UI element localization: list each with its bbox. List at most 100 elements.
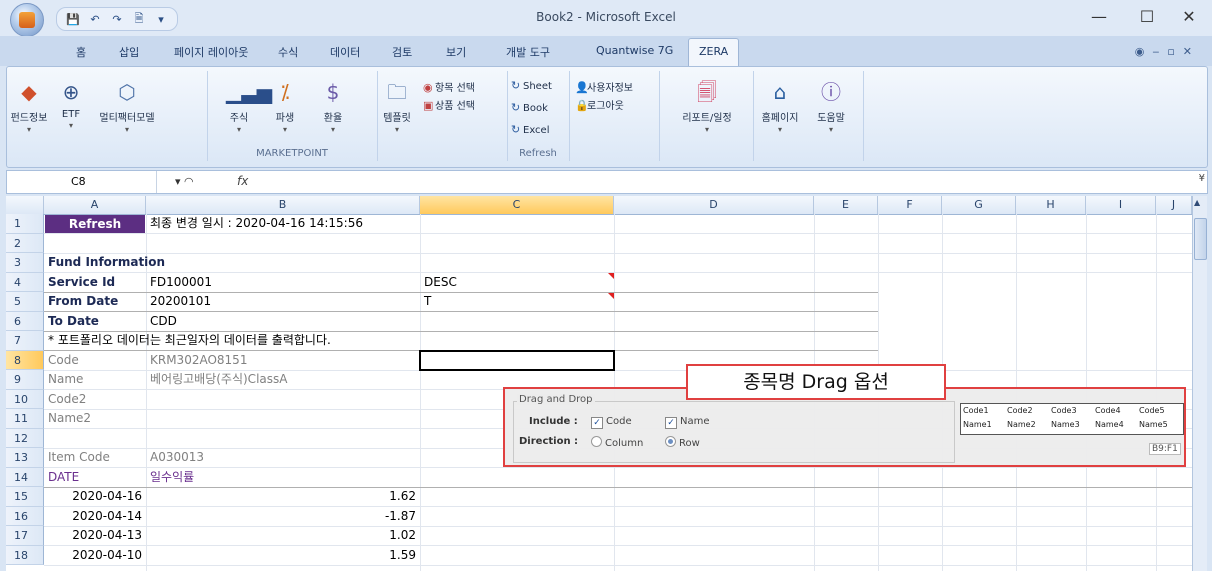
cell-a7[interactable]: * 포트폴리오 데이터는 최근일자의 데이터를 출력합니다. (48, 331, 331, 350)
expand-formula-bar-icon[interactable]: ¥ (1199, 173, 1205, 184)
row-header-11[interactable]: 11 (6, 409, 44, 429)
cell-a4[interactable]: Service Id (48, 273, 115, 292)
tab-zera[interactable]: ZERA (688, 38, 740, 66)
cell-c5[interactable]: T (424, 292, 431, 311)
include-code-checkbox[interactable]: ✓ Code (591, 416, 632, 429)
tab-home[interactable]: 홈 (76, 44, 86, 60)
cell-b4[interactable]: FD100001 (150, 273, 212, 292)
minimize-button[interactable]: — (1082, 6, 1116, 28)
multi-factor-button[interactable]: ⬡ 멀티팩터모델 ▾ (99, 79, 155, 134)
vertical-scrollbar[interactable]: ▲ (1192, 196, 1207, 571)
row-header-5[interactable]: 5 (6, 292, 44, 312)
cell-a8[interactable]: Code (48, 351, 79, 370)
cell-a13[interactable]: Item Code (48, 448, 110, 467)
refresh-cell-button[interactable]: Refresh (45, 215, 145, 233)
cell-b9[interactable]: 베어링고배당(주식)ClassA (150, 370, 287, 389)
row-header-13[interactable]: 13 (6, 448, 44, 468)
report-schedule-button[interactable]: 🗐 리포트/일정 ▾ (675, 79, 739, 134)
cell-b17[interactable]: 1.02 (146, 526, 416, 545)
row-header-17[interactable]: 17 (6, 526, 44, 546)
tab-quantwise[interactable]: Quantwise 7G (596, 44, 673, 57)
column-header-a[interactable]: A (44, 196, 146, 214)
scrollbar-thumb[interactable] (1194, 218, 1207, 260)
tab-view[interactable]: 보기 (446, 44, 466, 60)
close-button[interactable]: ✕ (1172, 6, 1206, 28)
maximize-button[interactable]: ☐ (1130, 6, 1164, 28)
row-header-6[interactable]: 6 (6, 311, 44, 331)
column-header-h[interactable]: H (1016, 196, 1086, 214)
cell-b8[interactable]: KRM302AO8151 (150, 351, 247, 370)
row-header-9[interactable]: 9 (6, 370, 44, 390)
homepage-button[interactable]: ⌂ 홈페이지 ▾ (755, 79, 805, 134)
cell-a16[interactable]: 2020-04-14 (44, 507, 142, 526)
column-header-j[interactable]: J (1156, 196, 1192, 214)
insert-function-icon[interactable]: fx (237, 174, 248, 188)
help-window-controls[interactable]: ◉‒▫✕ (1135, 45, 1200, 58)
cell-a3[interactable]: Fund Information (48, 253, 165, 272)
tab-review[interactable]: 검토 (392, 44, 412, 60)
refresh-book-button[interactable]: ↻ Book (511, 101, 548, 114)
active-cell-c8[interactable] (419, 349, 615, 371)
cell-b13[interactable]: A030013 (150, 448, 204, 467)
cell-c4[interactable]: DESC (424, 273, 457, 292)
column-header-d[interactable]: D (614, 196, 814, 214)
name-box-dropdown-icon[interactable]: ▾ ◠ (175, 171, 194, 193)
row-header-2[interactable]: 2 (6, 233, 44, 253)
row-header-8[interactable]: 8 (6, 350, 44, 370)
tab-insert[interactable]: 삽입 (119, 44, 139, 60)
direction-row-radio[interactable]: Row (665, 436, 700, 449)
cell-b5[interactable]: 20200101 (150, 292, 211, 311)
row-header-16[interactable]: 16 (6, 506, 44, 526)
cell-b18[interactable]: 1.59 (146, 546, 416, 565)
column-header-g[interactable]: G (942, 196, 1016, 214)
name-box[interactable]: C8 (7, 171, 157, 193)
select-all-corner[interactable] (6, 196, 44, 214)
scroll-up-icon[interactable]: ▲ (1194, 198, 1200, 207)
cell-a5[interactable]: From Date (48, 292, 118, 311)
logout-button[interactable]: 🔒로그아웃 (575, 97, 624, 112)
cell-b16[interactable]: -1.87 (146, 507, 416, 526)
select-product-button[interactable]: ▣ 상품 선택 (423, 97, 475, 112)
row-header-18[interactable]: 18 (6, 545, 44, 565)
cell-a10[interactable]: Code2 (48, 390, 86, 409)
row-header-14[interactable]: 14 (6, 467, 44, 487)
cell-b15[interactable]: 1.62 (146, 487, 416, 506)
comment-indicator-icon[interactable] (608, 293, 614, 299)
row-header-3[interactable]: 3 (6, 253, 44, 273)
column-header-i[interactable]: I (1086, 196, 1156, 214)
row-header-7[interactable]: 7 (6, 331, 44, 351)
fund-info-button[interactable]: ◆ 펀드정보 ▾ (9, 79, 49, 134)
column-header-c[interactable]: C (420, 196, 614, 214)
help-button[interactable]: ⓘ 도움말 ▾ (809, 79, 853, 134)
worksheet-grid[interactable]: A B C D E F G H I J 1 2 3 4 5 6 7 8 9 10 (6, 196, 1192, 571)
direction-column-radio[interactable]: Column (591, 436, 643, 449)
tab-formulas[interactable]: 수식 (278, 44, 298, 60)
stock-button[interactable]: ▁▃▅ 주식 ▾ (219, 79, 272, 134)
cell-b1[interactable]: 최종 변경 일시 : 2020-04-16 14:15:56 (150, 214, 363, 233)
etf-button[interactable]: ⊕ ETF ▾ (51, 79, 91, 130)
cell-a11[interactable]: Name2 (48, 409, 91, 428)
column-header-b[interactable]: B (146, 196, 420, 214)
row-header-15[interactable]: 15 (6, 487, 44, 507)
tab-page-layout[interactable]: 페이지 레이아웃 (174, 44, 248, 60)
template-button[interactable]: 🗀 템플릿 ▾ (377, 79, 417, 134)
cell-a17[interactable]: 2020-04-13 (44, 526, 142, 545)
column-header-e[interactable]: E (814, 196, 878, 214)
row-header-4[interactable]: 4 (6, 272, 44, 292)
fx-rate-button[interactable]: $ 환율 ▾ (313, 79, 353, 134)
tab-developer[interactable]: 개발 도구 (506, 44, 550, 60)
refresh-excel-button[interactable]: ↻ Excel (511, 123, 550, 136)
row-header-10[interactable]: 10 (6, 389, 44, 409)
cell-a15[interactable]: 2020-04-16 (44, 487, 142, 506)
row-header-1[interactable]: 1 (6, 214, 44, 234)
row-header-12[interactable]: 12 (6, 428, 44, 448)
column-header-f[interactable]: F (878, 196, 942, 214)
cell-a9[interactable]: Name (48, 370, 83, 389)
select-item-button[interactable]: ◉ 항목 선택 (423, 79, 475, 94)
cell-a18[interactable]: 2020-04-10 (44, 546, 142, 565)
refresh-sheet-button[interactable]: ↻ Sheet (511, 79, 552, 92)
comment-indicator-icon[interactable] (608, 273, 614, 279)
include-name-checkbox[interactable]: ✓ Name (665, 416, 710, 429)
cell-a6[interactable]: To Date (48, 312, 99, 331)
derivatives-button[interactable]: ⁒ 파생 ▾ (265, 79, 305, 134)
